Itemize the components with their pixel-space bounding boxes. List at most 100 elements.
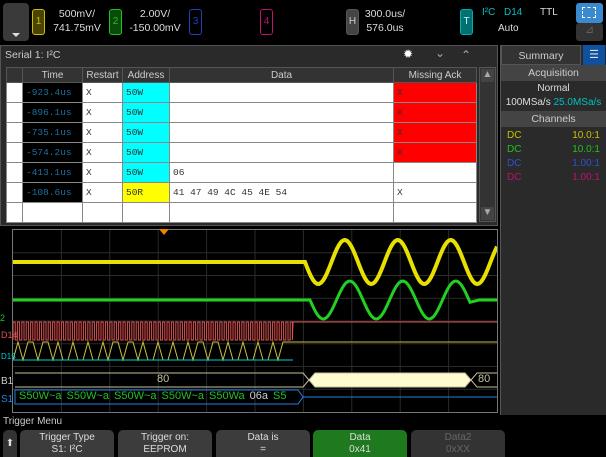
cell-data: 06 [169, 162, 394, 183]
decode-packet[interactable]: S50Wa [209, 390, 245, 402]
decode-packet[interactable]: S50W~a [162, 390, 205, 402]
horizontal-button[interactable]: H [346, 9, 359, 35]
cell-restart: X [82, 122, 123, 143]
trigger-level[interactable]: TTL [540, 7, 558, 18]
zoom-select-button[interactable] [576, 3, 603, 23]
table-scrollbar[interactable]: ▲ ▼ [479, 67, 496, 222]
decode-packet[interactable]: S50W~a [67, 390, 110, 402]
col-missing-ack[interactable]: Missing Ack [393, 67, 477, 83]
softkey-label: Trigger on: [141, 432, 189, 443]
cell-data: 41 47 49 4C 45 4E 54 [169, 182, 394, 203]
sample-rate-max: 100MSa/s [505, 97, 551, 108]
probe-ratio: 1.00:1 [572, 158, 600, 169]
summary-tab[interactable]: Summary [501, 45, 581, 65]
bus-value-2: 80 [478, 373, 491, 385]
d15-label: D15 [1, 352, 16, 361]
trigger-type[interactable]: I²C [482, 7, 495, 18]
softkey-value: EEPROM [143, 444, 187, 455]
channel-summary-1: DC 10.0:1 [501, 129, 606, 143]
acquisition-mode: Normal [537, 83, 570, 94]
d14-label: D14 [1, 330, 18, 340]
decode-packet[interactable]: S5 [273, 390, 286, 402]
row-select[interactable] [6, 182, 23, 203]
channel-summary-4: DC 1.00:1 [501, 171, 606, 185]
cell-missing-ack: X [393, 102, 477, 123]
ch2-ground-marker[interactable]: 2 [0, 313, 5, 323]
cell-time: -923.4us [22, 82, 83, 103]
serial-decode-panel: Serial 1: I²C ✹ ⌄ ⌃ Time Restart Address… [0, 45, 498, 226]
settings-gear-icon[interactable]: ✹ [403, 47, 413, 61]
col-data[interactable]: Data [169, 67, 394, 83]
trigger-position-marker-icon[interactable] [159, 229, 169, 235]
row-select[interactable] [6, 122, 23, 143]
table-row[interactable]: -896.1us X 50W X [6, 102, 477, 123]
decode-packet[interactable]: S50W~a [114, 390, 157, 402]
d14-trace [13, 321, 497, 341]
table-row[interactable]: -574.2us X 50W X [6, 142, 477, 163]
b1-label: B1 [1, 376, 14, 387]
channel-2-button[interactable]: 2 [109, 9, 122, 35]
horizontal-delay[interactable]: 576.0us [360, 21, 410, 35]
table-row-empty [6, 202, 477, 223]
ch2-offset[interactable]: -150.00mV [123, 21, 187, 35]
up-arrow-icon: ⬆ [5, 438, 15, 449]
cell-time: -896.1us [22, 102, 83, 123]
scroll-up-arrow-icon[interactable]: ▲ [481, 69, 494, 82]
softkey-value: S1: I²C [51, 444, 83, 455]
softkey-trigger-on[interactable]: Trigger on: EEPROM [118, 430, 212, 457]
col-select [6, 67, 23, 83]
ch2-scale[interactable]: 2.00V/ [123, 7, 187, 21]
table-row[interactable]: -735.1us X 50W X [6, 122, 477, 143]
softkey-data[interactable]: Data 0x41 [313, 430, 407, 457]
decode-packet[interactable]: 06a [250, 390, 268, 402]
cell-data [169, 122, 394, 143]
sample-rate-current: 25.0MSa/s [553, 97, 602, 108]
cell-time: -735.1us [22, 122, 83, 143]
cell-restart: X [82, 82, 123, 103]
channel-3-button[interactable]: 3 [189, 9, 202, 35]
col-time[interactable]: Time [22, 67, 83, 83]
table-row[interactable]: -923.4us X 50W X [6, 82, 477, 103]
table-row[interactable]: -413.1us X 50W 06 [6, 162, 477, 183]
waveform-display[interactable]: 80 80 S50W~a S50W~a S50W~a S50W~a S50Wa 06a S5 [12, 229, 498, 413]
softkey-data-is[interactable]: Data is = [216, 430, 310, 457]
row-select[interactable] [6, 142, 23, 163]
col-restart[interactable]: Restart [82, 67, 123, 83]
collapse-down-icon[interactable]: ⌄ [435, 46, 445, 60]
row-select[interactable] [6, 162, 23, 183]
channel-1-button[interactable]: 1 [32, 9, 45, 35]
ch1-offset[interactable]: 741.75mV [48, 21, 106, 35]
s1-label: S1 [1, 394, 14, 405]
coupling: DC [507, 130, 522, 141]
softkey-trigger-type[interactable]: Trigger Type S1: I²C [20, 430, 114, 457]
softkey-value: 0xXX [446, 444, 470, 455]
cell-address: 50W [122, 102, 170, 123]
row-select[interactable] [6, 102, 23, 123]
row-select[interactable] [6, 82, 23, 103]
cell-missing-ack: X [393, 82, 477, 103]
list-icon[interactable]: ☰ [583, 45, 605, 65]
menu-back-button[interactable]: ⬆ [3, 430, 17, 457]
channel-4-button[interactable]: 4 [260, 9, 273, 35]
menu-dropdown-button[interactable] [3, 3, 29, 41]
col-address[interactable]: Address [122, 67, 170, 83]
cell-data [169, 82, 394, 103]
horizontal-scale[interactable]: 300.0us/ [360, 7, 410, 21]
cell-time: -108.6us [22, 182, 83, 203]
scroll-down-arrow-icon[interactable]: ▼ [481, 207, 494, 220]
ch1-scale[interactable]: 500mV/ [48, 7, 106, 21]
acquisition-header: Acquisition [501, 65, 606, 81]
table-row[interactable]: -108.6us X 50R 41 47 49 4C 45 4E 54 X [6, 182, 477, 203]
softkey-value: 0x41 [349, 444, 371, 455]
softkey-data2[interactable]: Data2 0xXX [411, 430, 505, 457]
trigger-source[interactable]: D14 [504, 7, 522, 18]
touch-draw-button[interactable]: ⊿ [576, 23, 603, 41]
cell-restart: X [82, 142, 123, 163]
cell-missing-ack: X [393, 142, 477, 163]
trigger-mode[interactable]: Auto [498, 23, 519, 34]
cell-time: -413.1us [22, 162, 83, 183]
cell-data [169, 142, 394, 163]
decode-packet[interactable]: S50W~a [19, 390, 62, 402]
expand-up-icon[interactable]: ⌃ [461, 48, 471, 62]
trigger-button[interactable]: T [460, 9, 473, 35]
